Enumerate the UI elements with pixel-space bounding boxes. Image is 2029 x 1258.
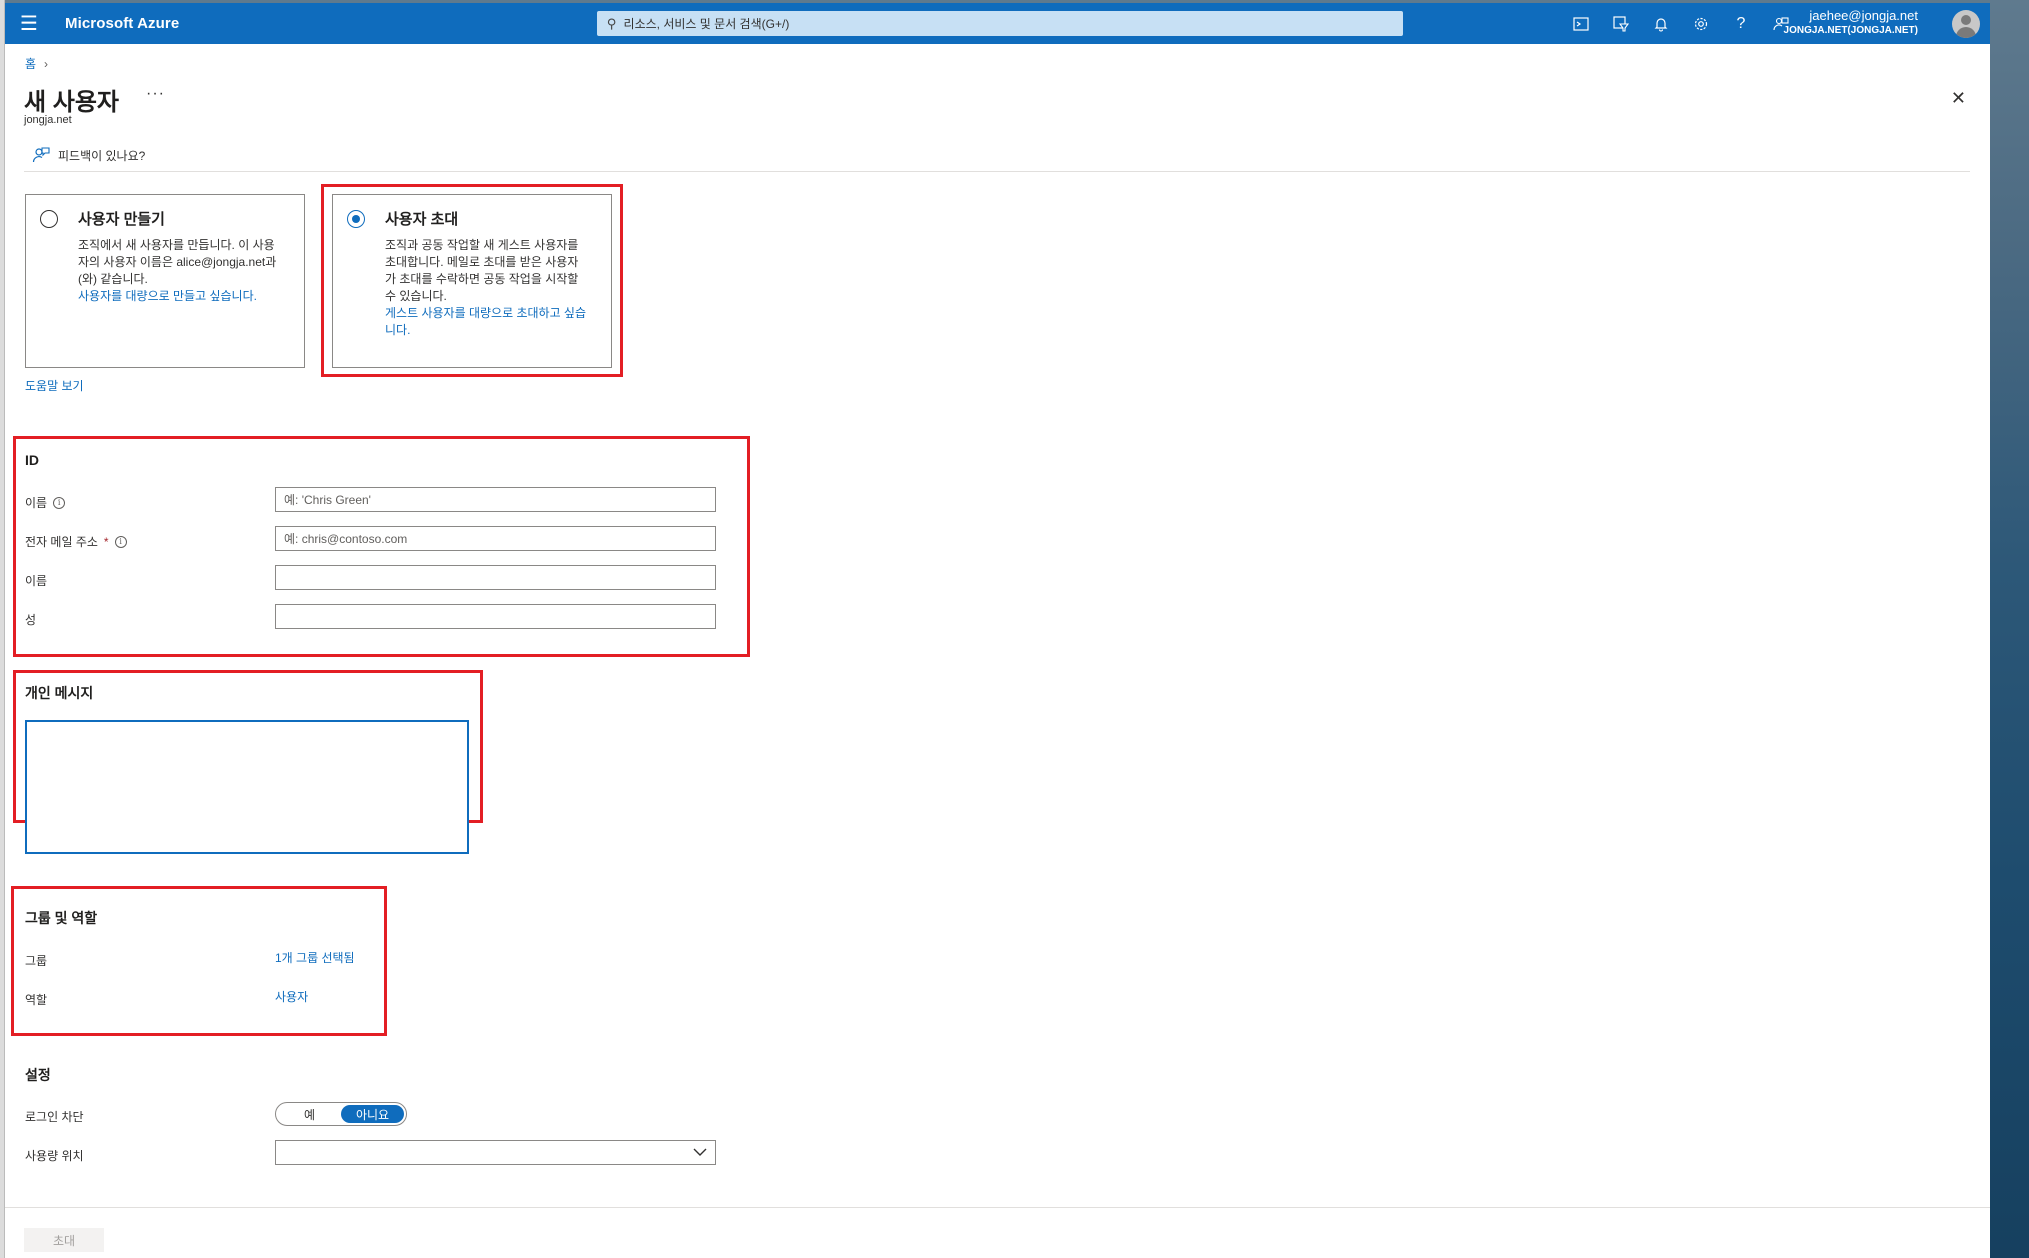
account-tenant: JONGJA.NET(JONGJA.NET)	[1783, 25, 1918, 36]
settings-section-title: 설정	[25, 1067, 51, 1083]
footer-divider	[5, 1207, 1990, 1208]
brand-title[interactable]: Microsoft Azure	[65, 15, 179, 32]
header-divider	[24, 171, 1970, 172]
display-name-input[interactable]: 예: 'Chris Green'	[275, 487, 716, 512]
invite-button[interactable]: 초대	[24, 1228, 104, 1252]
usage-location-select[interactable]	[275, 1140, 716, 1165]
last-name-input[interactable]	[275, 604, 716, 629]
feedback-label: 피드백이 있나요?	[58, 148, 146, 163]
notifications-icon[interactable]	[1641, 3, 1681, 44]
toggle-no-option[interactable]: 아니요	[341, 1105, 404, 1123]
breadcrumb-home-link[interactable]: 홈	[25, 55, 36, 72]
chevron-right-icon: ›	[44, 56, 49, 71]
invite-user-radio[interactable]	[347, 210, 365, 228]
required-asterisk: *	[103, 534, 109, 549]
feedback-person-icon	[32, 147, 50, 163]
personal-message-textarea[interactable]	[25, 720, 469, 854]
search-icon: ⚲	[607, 15, 617, 31]
email-input[interactable]: 예: chris@contoso.com	[275, 526, 716, 551]
groups-label: 그룹	[25, 954, 48, 968]
invite-user-description: 조직과 공동 작업할 새 게스트 사용자를 초대합니다. 메일로 초대를 받은 …	[385, 238, 579, 303]
avatar[interactable]	[1952, 10, 1980, 38]
block-signin-label: 로그인 차단	[25, 1110, 84, 1124]
first-name-label: 이름	[25, 574, 48, 588]
roles-label: 역할	[25, 993, 48, 1007]
hamburger-icon[interactable]: ☰	[5, 3, 53, 44]
create-user-option-card[interactable]: 사용자 만들기 조직에서 새 사용자를 만듭니다. 이 사용 자의 사용자 이름…	[25, 194, 305, 368]
toggle-yes-option[interactable]: 예	[278, 1105, 341, 1123]
azure-portal-window: ☰ Microsoft Azure ⚲ 리소스, 서비스 및 문서 검색(G+/…	[5, 3, 1990, 1258]
settings-icon[interactable]	[1681, 3, 1721, 44]
top-navigation-bar: ☰ Microsoft Azure ⚲ 리소스, 서비스 및 문서 검색(G+/…	[5, 3, 1990, 44]
account-email: jaehee@jongja.net	[1809, 8, 1918, 23]
close-icon[interactable]: ✕	[1951, 88, 1966, 109]
top-icon-group: ?	[1561, 3, 1801, 44]
invite-user-option-card[interactable]: 사용자 초대 조직과 공동 작업할 새 게스트 사용자를 초대합니다. 메일로 …	[332, 194, 612, 368]
bulk-create-link[interactable]: 사용자를 대량으로 만들고 싶습니다.	[78, 288, 257, 305]
breadcrumb: 홈 ›	[25, 55, 48, 72]
usage-location-label: 사용량 위치	[25, 1149, 84, 1163]
email-label: 전자 메일 주소 * i	[25, 533, 127, 550]
create-user-title: 사용자 만들기	[78, 211, 165, 228]
create-user-radio[interactable]	[40, 210, 58, 228]
message-section-title: 개인 메시지	[25, 685, 94, 701]
info-icon[interactable]: i	[114, 535, 127, 548]
id-section-title: ID	[25, 452, 39, 468]
feedback-link[interactable]: 피드백이 있나요?	[32, 146, 145, 164]
page-title: 새 사용자	[24, 89, 119, 116]
directory-filter-icon[interactable]	[1601, 3, 1641, 44]
block-signin-toggle[interactable]: 예 아니요	[275, 1102, 407, 1126]
display-name-label: 이름 i	[25, 494, 66, 511]
first-name-input[interactable]	[275, 565, 716, 590]
groups-selected-link[interactable]: 1개 그룹 선택됨	[275, 949, 355, 966]
help-icon[interactable]: ?	[1721, 3, 1761, 44]
groups-roles-title: 그룹 및 역할	[25, 910, 98, 926]
create-user-description: 조직에서 새 사용자를 만듭니다. 이 사용 자의 사용자 이름은 alice@…	[78, 238, 277, 286]
info-icon[interactable]: i	[53, 496, 66, 509]
role-user-link[interactable]: 사용자	[275, 988, 308, 1005]
search-placeholder: 리소스, 서비스 및 문서 검색(G+/)	[623, 17, 790, 31]
last-name-label: 성	[25, 613, 37, 627]
chevron-down-icon	[693, 1148, 707, 1156]
invite-user-title: 사용자 초대	[385, 211, 459, 228]
help-link[interactable]: 도움말 보기	[25, 377, 84, 394]
global-search-input[interactable]: ⚲ 리소스, 서비스 및 문서 검색(G+/)	[597, 11, 1403, 36]
more-options-button[interactable]: ···	[146, 85, 165, 103]
account-info[interactable]: jaehee@jongja.net JONGJA.NET(JONGJA.NET)	[1784, 8, 1918, 38]
bulk-invite-link[interactable]: 게스트 사용자를 대량으로 초대하고 싶습 니다.	[385, 305, 586, 339]
cloud-shell-icon[interactable]	[1561, 3, 1601, 44]
page-subtitle: jongja.net	[24, 114, 72, 126]
